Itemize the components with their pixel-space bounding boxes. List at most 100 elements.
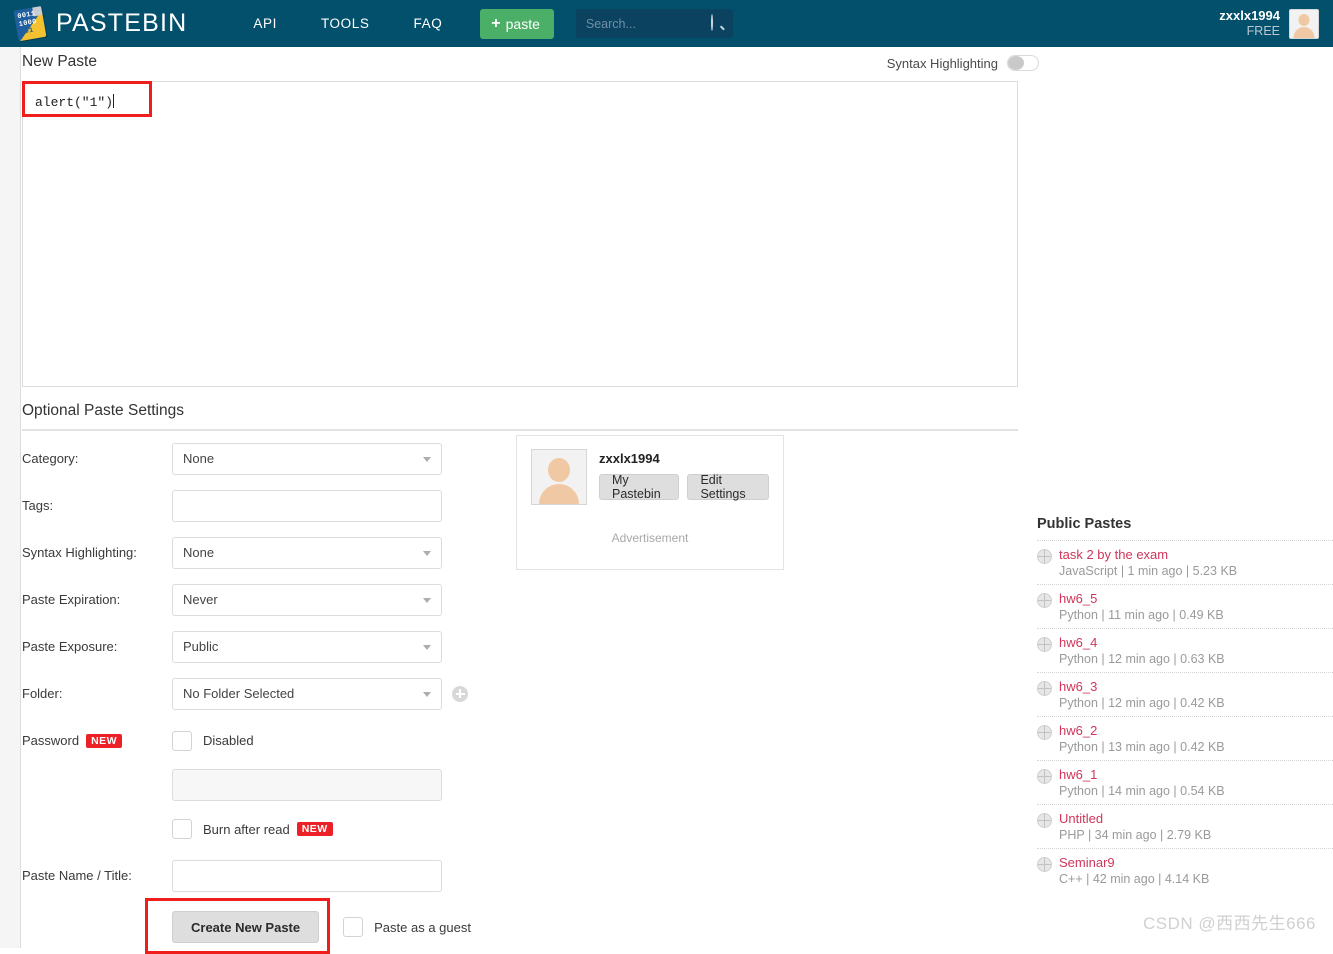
syntax-highlighting-toggle-label: Syntax Highlighting — [886, 55, 998, 71]
user-card-buttons: My Pastebin Edit Settings — [599, 473, 769, 501]
field-row-password: Password NEW Disabled — [22, 717, 492, 764]
globe-icon — [1037, 593, 1052, 608]
header-avatar[interactable] — [1289, 8, 1319, 39]
password-input[interactable] — [172, 769, 442, 801]
paste-expiration-value: Never — [183, 592, 218, 607]
paste-expiration-select[interactable]: Never — [172, 583, 442, 616]
header-user-tier: FREE — [1246, 23, 1280, 38]
paste-editor[interactable]: alert("1") — [22, 81, 1018, 387]
user-card: zxxlx1994 My Pastebin Edit Settings Adve… — [516, 435, 784, 570]
label-syntax-highlighting: Syntax Highlighting: — [22, 545, 137, 560]
create-new-paste-button[interactable]: Create New Paste — [172, 911, 320, 943]
public-paste-title[interactable]: Untitled — [1059, 811, 1103, 826]
field-row-paste-expiration: Paste Expiration: Never — [22, 576, 492, 623]
left-gutter — [0, 47, 21, 948]
list-item[interactable]: Untitled PHP | 34 min ago | 2.79 KB — [1037, 804, 1333, 848]
syntax-highlighting-toggle[interactable] — [1007, 55, 1039, 71]
paste-as-guest-row[interactable]: Paste as a guest — [343, 917, 471, 937]
advertisement-label: Advertisement — [611, 531, 689, 545]
public-paste-title[interactable]: hw6_1 — [1059, 767, 1097, 782]
category-select[interactable]: None — [172, 442, 442, 475]
paste-as-guest-checkbox[interactable] — [343, 917, 364, 937]
create-row: Create New Paste Paste as a guest — [145, 898, 492, 954]
globe-icon — [1037, 637, 1052, 652]
user-card-info: zxxlx1994 My Pastebin Edit Settings — [599, 449, 769, 505]
tags-input[interactable] — [172, 489, 442, 522]
new-paste-button[interactable]: + paste — [480, 8, 554, 39]
list-item[interactable]: hw6_2 Python | 13 min ago | 0.42 KB — [1037, 716, 1333, 760]
list-item[interactable]: hw6_3 Python | 12 min ago | 0.42 KB — [1037, 672, 1333, 716]
public-paste-meta: Python | 12 min ago | 0.63 KB — [1059, 652, 1225, 666]
public-paste-title[interactable]: hw6_3 — [1059, 679, 1097, 694]
globe-icon — [1037, 725, 1052, 740]
chevron-down-icon — [423, 644, 431, 650]
search-box[interactable] — [575, 9, 733, 38]
public-paste-meta: PHP | 34 min ago | 2.79 KB — [1059, 828, 1212, 842]
user-card-column: zxxlx1994 My Pastebin Edit Settings Adve… — [516, 435, 784, 943]
list-item[interactable]: task 2 by the exam JavaScript | 1 min ag… — [1037, 540, 1333, 584]
globe-icon — [1037, 813, 1052, 828]
nav-item-tools[interactable]: TOOLS — [299, 0, 392, 47]
nav-item-api[interactable]: API — [231, 0, 299, 47]
edit-settings-button[interactable]: Edit Settings — [687, 473, 769, 501]
label-password: Password NEW — [22, 733, 172, 748]
user-area[interactable]: zxxlx1994 FREE — [1219, 0, 1319, 47]
public-paste-meta: Python | 13 min ago | 0.42 KB — [1059, 740, 1225, 754]
field-row-paste-exposure: Paste Exposure: Public — [22, 623, 492, 670]
field-row-syntax-highlighting: Syntax Highlighting: None — [22, 529, 492, 576]
avatar[interactable] — [531, 449, 587, 505]
list-item[interactable]: hw6_4 Python | 12 min ago | 0.63 KB — [1037, 628, 1333, 672]
public-pastes-list: task 2 by the exam JavaScript | 1 min ag… — [1037, 540, 1333, 892]
public-paste-title[interactable]: hw6_2 — [1059, 723, 1097, 738]
nav-item-faq[interactable]: FAQ — [391, 0, 464, 47]
chevron-down-icon — [423, 550, 431, 556]
new-paste-button-label: paste — [505, 15, 540, 32]
search-input[interactable] — [575, 10, 701, 37]
globe-icon — [1037, 857, 1052, 872]
list-item[interactable]: Seminar9 C++ | 42 min ago | 4.14 KB — [1037, 848, 1333, 892]
public-paste-meta: C++ | 42 min ago | 4.14 KB — [1059, 872, 1210, 886]
optional-settings-title: Optional Paste Settings — [22, 402, 184, 419]
field-row-category: Category: None — [22, 435, 492, 482]
password-disabled-checkbox-row[interactable]: Disabled — [172, 724, 254, 758]
syntax-highlighting-value: None — [183, 545, 215, 560]
text-cursor — [113, 94, 115, 108]
user-card-username: zxxlx1994 — [599, 451, 660, 466]
logo[interactable]: 0011 1000 101 PASTEBIN — [11, 0, 187, 47]
search-icon[interactable] — [710, 14, 725, 31]
folder-select[interactable]: No Folder Selected — [172, 677, 442, 710]
page-title: New Paste — [22, 53, 97, 70]
site-header: 0011 1000 101 PASTEBIN API TOOLS FAQ + p… — [0, 0, 1333, 47]
syntax-highlighting-toggle-group[interactable]: Syntax Highlighting — [887, 47, 1039, 71]
burn-after-read-row[interactable]: Burn after read NEW — [172, 806, 492, 852]
label-tags: Tags: — [22, 498, 54, 513]
plus-icon: + — [491, 14, 501, 32]
public-paste-title[interactable]: Seminar9 — [1059, 855, 1115, 870]
paste-exposure-select[interactable]: Public — [172, 630, 442, 663]
public-paste-meta: Python | 11 min ago | 0.49 KB — [1059, 608, 1224, 622]
user-meta: zxxlx1994 FREE — [1219, 8, 1280, 39]
my-pastebin-button[interactable]: My Pastebin — [599, 473, 680, 501]
pastebin-logo-icon: 0011 1000 101 — [11, 4, 50, 43]
paste-text-input[interactable]: alert("1") — [23, 82, 1017, 110]
label-paste-expiration: Paste Expiration: — [22, 592, 121, 607]
add-folder-icon[interactable] — [452, 685, 468, 702]
burn-after-read-checkbox[interactable] — [172, 819, 192, 839]
chevron-down-icon — [423, 456, 431, 462]
public-paste-title[interactable]: task 2 by the exam — [1059, 547, 1168, 562]
badge-new-password: NEW — [86, 733, 123, 748]
field-row-password-input — [22, 764, 492, 806]
public-pastes-title: Public Pastes — [1037, 516, 1132, 532]
category-value: None — [183, 451, 215, 466]
paste-name-input[interactable] — [172, 859, 442, 892]
password-disabled-checkbox[interactable] — [172, 730, 192, 751]
chevron-down-icon — [423, 597, 431, 603]
field-row-tags: Tags: — [22, 482, 492, 529]
syntax-highlighting-select[interactable]: None — [172, 536, 442, 569]
paste-as-guest-label: Paste as a guest — [374, 919, 471, 935]
list-item[interactable]: hw6_5 Python | 11 min ago | 0.49 KB — [1037, 584, 1333, 628]
list-item[interactable]: hw6_1 Python | 14 min ago | 0.54 KB — [1037, 760, 1333, 804]
new-paste-header-row: New Paste Syntax Highlighting — [22, 47, 1333, 71]
public-paste-title[interactable]: hw6_5 — [1059, 591, 1097, 606]
public-paste-title[interactable]: hw6_4 — [1059, 635, 1097, 650]
